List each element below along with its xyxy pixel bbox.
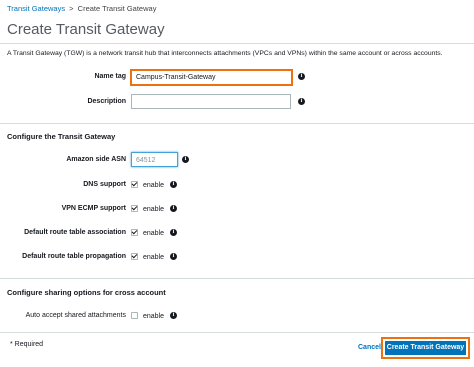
auto-accept-enable-label[interactable]: enable (143, 313, 164, 320)
breadcrumb: Transit Gateways > Create Transit Gatewa… (7, 4, 156, 13)
section-divider (0, 123, 474, 124)
name-tag-input[interactable]: Campus-Transit-Gateway (130, 69, 293, 86)
info-icon[interactable]: i (298, 98, 305, 105)
asn-label: Amazon side ASN (66, 156, 126, 163)
route-table-propagation-label: Default route table propagation (22, 253, 126, 260)
auto-accept-label: Auto accept shared attachments (25, 312, 126, 319)
breadcrumb-current: Create Transit Gateway (77, 4, 157, 13)
page-title: Create Transit Gateway (7, 21, 165, 38)
cancel-button[interactable]: Cancel (358, 344, 381, 351)
info-icon[interactable]: i (170, 229, 177, 236)
route-table-association-enable-label[interactable]: enable (143, 230, 164, 237)
vpn-ecmp-checkbox[interactable] (131, 205, 138, 212)
configure-section-title: Configure the Transit Gateway (7, 132, 116, 141)
auto-accept-checkbox[interactable] (131, 312, 138, 319)
info-icon[interactable]: i (170, 181, 177, 188)
footer-divider (0, 332, 474, 333)
vpn-ecmp-label: VPN ECMP support (61, 205, 126, 212)
create-button-highlight: Create Transit Gateway (381, 337, 470, 359)
title-divider (0, 43, 474, 44)
create-transit-gateway-button[interactable]: Create Transit Gateway (385, 341, 466, 355)
dns-support-checkbox[interactable] (131, 181, 138, 188)
sharing-section-title: Configure sharing options for cross acco… (7, 288, 166, 297)
section-divider (0, 278, 474, 279)
info-icon[interactable]: i (170, 312, 177, 319)
dns-support-enable-label[interactable]: enable (143, 182, 164, 189)
asn-value: 64512 (136, 157, 156, 164)
route-table-association-label: Default route table association (24, 229, 126, 236)
dns-support-label: DNS support (83, 181, 126, 188)
route-table-propagation-checkbox[interactable] (131, 253, 138, 260)
intro-text: A Transit Gateway (TGW) is a network tra… (7, 50, 443, 57)
name-tag-label: Name tag (94, 73, 126, 80)
required-note: * Required (10, 341, 44, 348)
info-icon[interactable]: i (170, 253, 177, 260)
vpn-ecmp-enable-label[interactable]: enable (143, 206, 164, 213)
info-icon[interactable]: i (182, 156, 189, 163)
breadcrumb-separator: > (69, 4, 74, 13)
description-input[interactable] (131, 94, 291, 109)
route-table-association-checkbox[interactable] (131, 229, 138, 236)
asn-input[interactable]: 64512 (131, 152, 178, 167)
name-tag-value: Campus-Transit-Gateway (136, 74, 216, 81)
info-icon[interactable]: i (170, 205, 177, 212)
description-label: Description (87, 98, 126, 105)
breadcrumb-link-transit-gateways[interactable]: Transit Gateways (7, 4, 65, 13)
route-table-propagation-enable-label[interactable]: enable (143, 254, 164, 261)
info-icon[interactable]: i (298, 73, 305, 80)
